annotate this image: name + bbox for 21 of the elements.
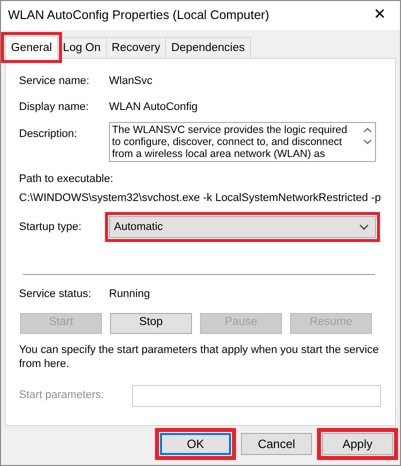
- field-label: Description:: [19, 127, 78, 142]
- window-title: WLAN AutoConfig Properties (Local Computer): [8, 7, 270, 24]
- scroll-up-icon[interactable]: [362, 127, 372, 133]
- scroll-down-icon[interactable]: [362, 139, 372, 145]
- path-value: C:\WINDOWS\system32\svchost.exe -k LocalSystemNetworkRestricted -p: [19, 192, 381, 204]
- field-value: WLAN AutoConfig: [109, 100, 198, 114]
- field-value: WlanSvc: [109, 74, 152, 89]
- tab[interactable]: Dependencies: [165, 37, 251, 58]
- status-value: Running: [109, 287, 150, 302]
- caret-icon: [359, 224, 369, 230]
- field-label: Display name:: [19, 100, 90, 114]
- hint-text: You can specify the start parameters that apply when you start the service from here.: [19, 344, 379, 370]
- field-label: Path to executable:: [19, 173, 114, 185]
- field-label: Service name:: [19, 74, 90, 89]
- close-button[interactable]: ✕: [360, 1, 400, 30]
- field-label: Startup type:: [19, 220, 82, 235]
- field-label: Start parameters:: [19, 388, 105, 404]
- field-label: Service status:: [19, 287, 92, 302]
- description-box[interactable]: The WLANSVC service provides the logic required to configure, discover, connect to, and disconnect from a wireless local area network (WLAN) as: [109, 122, 376, 162]
- dialog-button[interactable]: Cancel: [241, 433, 312, 455]
- service-button[interactable]: Stop: [110, 312, 192, 334]
